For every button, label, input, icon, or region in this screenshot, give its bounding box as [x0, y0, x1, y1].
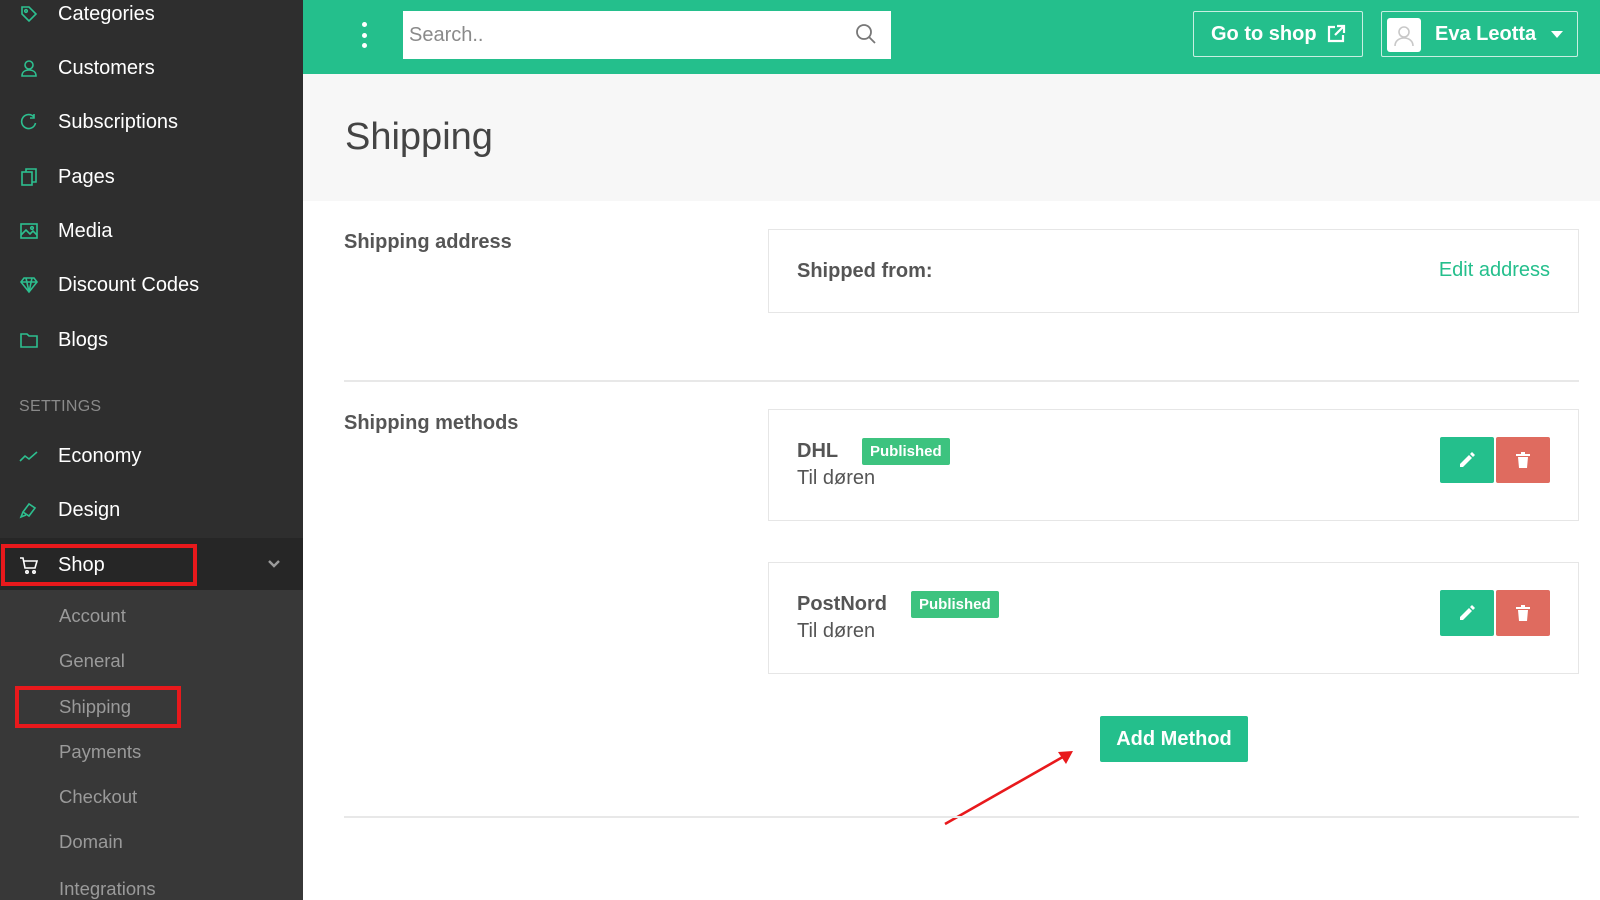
paint-icon: [18, 499, 40, 521]
method-name: DHL: [797, 440, 839, 462]
sidebar-item-label: Pages: [58, 165, 115, 188]
shipping-highlight-box: [15, 686, 181, 728]
chart-line-icon: [18, 445, 40, 467]
go-to-shop-button[interactable]: Go to shop: [1193, 11, 1363, 57]
shipping-methods-label: Shipping methods: [344, 412, 519, 434]
submenu-item-integrations[interactable]: Integrations: [59, 878, 156, 900]
kebab-menu-icon[interactable]: [356, 22, 372, 48]
submenu-item-account[interactable]: Account: [59, 605, 126, 627]
user-name: Eva Leotta: [1435, 23, 1537, 45]
user-menu-button[interactable]: Eva Leotta: [1381, 11, 1578, 57]
edit-button[interactable]: [1440, 590, 1494, 636]
external-link-icon: [1326, 24, 1346, 44]
status-badge: Published: [862, 438, 950, 465]
image-icon: [18, 220, 40, 242]
edit-button[interactable]: [1440, 437, 1494, 483]
method-name: PostNord: [797, 593, 887, 615]
sidebar-item-label: Economy: [58, 444, 142, 467]
search-input[interactable]: [403, 11, 843, 59]
sidebar-item-label: Discount Codes: [58, 273, 200, 296]
edit-address-link[interactable]: Edit address: [1439, 259, 1550, 282]
shipping-address-card: Shipped from: Edit address: [768, 229, 1579, 313]
sidebar-item-discount-codes[interactable]: Discount Codes: [0, 258, 303, 312]
status-badge: Published: [911, 591, 999, 618]
shipping-method-card: PostNord Published Til døren: [768, 562, 1579, 674]
pages-icon: [18, 166, 40, 188]
trash-icon: [1516, 452, 1530, 468]
submenu-item-domain[interactable]: Domain: [59, 831, 123, 853]
folder-icon: [18, 329, 40, 351]
settings-section-label: SETTINGS: [19, 398, 102, 415]
sidebar-item-design[interactable]: Design: [0, 483, 303, 537]
avatar: [1387, 18, 1421, 52]
delete-button[interactable]: [1496, 590, 1550, 636]
sidebar-item-label: Media: [58, 219, 113, 242]
chevron-down-icon[interactable]: [267, 556, 281, 570]
page-title: Shipping: [345, 116, 493, 158]
sidebar-item-categories[interactable]: Categories: [0, 0, 303, 41]
shipped-from-label: Shipped from:: [797, 260, 933, 282]
add-method-button[interactable]: Add Method: [1100, 716, 1248, 762]
shipping-address-label: Shipping address: [344, 231, 512, 253]
sidebar-item-blogs[interactable]: Blogs: [0, 313, 303, 367]
submenu-item-payments[interactable]: Payments: [59, 741, 141, 763]
shipping-method-card: DHL Published Til døren: [768, 409, 1579, 521]
user-icon: [18, 57, 40, 79]
sidebar-item-media[interactable]: Media: [0, 204, 303, 258]
search-icon[interactable]: [855, 23, 877, 45]
submenu-item-checkout[interactable]: Checkout: [59, 786, 137, 808]
sidebar-item-label: Design: [58, 498, 121, 521]
method-description: Til døren: [797, 620, 876, 642]
caret-down-icon: [1551, 31, 1563, 38]
trash-icon: [1516, 605, 1530, 621]
pencil-icon: [1460, 452, 1475, 467]
sidebar-item-subscriptions[interactable]: Subscriptions: [0, 95, 303, 149]
search-box: [403, 11, 891, 59]
sidebar-item-customers[interactable]: Customers: [0, 41, 303, 95]
sidebar-item-economy[interactable]: Economy: [0, 429, 303, 483]
sidebar-item-label: Categories: [58, 2, 155, 25]
delete-button[interactable]: [1496, 437, 1550, 483]
section-divider: [344, 380, 1579, 382]
pencil-icon: [1460, 605, 1475, 620]
go-to-shop-label: Go to shop: [1211, 22, 1317, 45]
refresh-icon: [18, 111, 40, 133]
method-description: Til døren: [797, 467, 876, 489]
sidebar-item-label: Blogs: [58, 328, 109, 351]
shop-submenu: Account General Shipping Payments Checko…: [0, 590, 303, 900]
shop-highlight-box: [1, 544, 197, 586]
submenu-item-general[interactable]: General: [59, 650, 125, 672]
sidebar-item-label: Subscriptions: [58, 110, 179, 133]
sidebar-item-label: Customers: [58, 56, 155, 79]
page-header: Shipping: [303, 74, 1600, 201]
bottom-divider: [344, 816, 1579, 818]
sidebar-item-pages[interactable]: Pages: [0, 150, 303, 204]
tag-icon: [18, 3, 40, 25]
sidebar: Categories Customers Subscriptions Pages…: [0, 0, 303, 900]
diamond-icon: [18, 274, 40, 296]
